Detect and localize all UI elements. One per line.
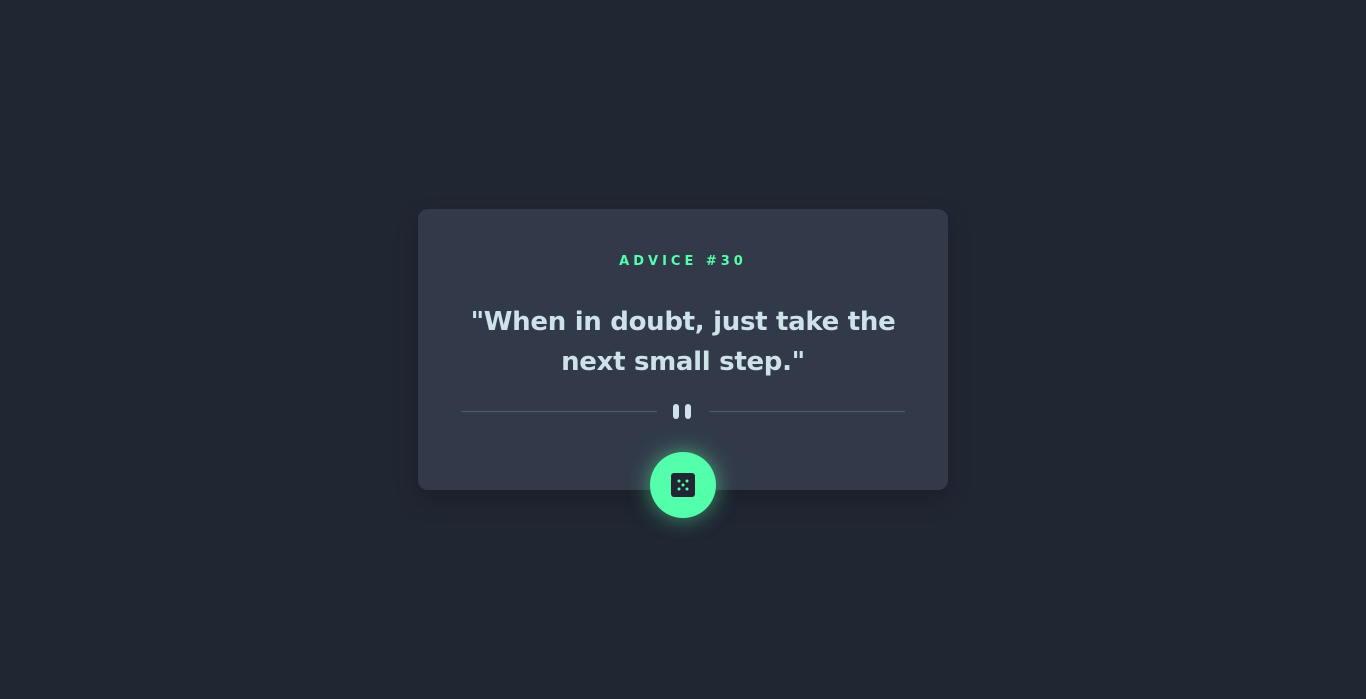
divider-line-left bbox=[461, 411, 657, 412]
pause-bar-right bbox=[685, 404, 691, 419]
advice-quote: "When in doubt, just take the next small… bbox=[470, 307, 896, 377]
advice-card: ADVICE #30 "When in doubt, just take the… bbox=[418, 209, 948, 490]
divider-line-right bbox=[709, 411, 905, 412]
divider bbox=[461, 403, 905, 421]
pause-icon bbox=[672, 403, 694, 421]
page: ADVICE #30 "When in doubt, just take the… bbox=[0, 0, 1366, 699]
dice-icon bbox=[671, 473, 695, 497]
advice-number: ADVICE #30 bbox=[619, 254, 747, 269]
dice-button[interactable] bbox=[650, 452, 716, 518]
pause-bar-left bbox=[673, 404, 679, 419]
